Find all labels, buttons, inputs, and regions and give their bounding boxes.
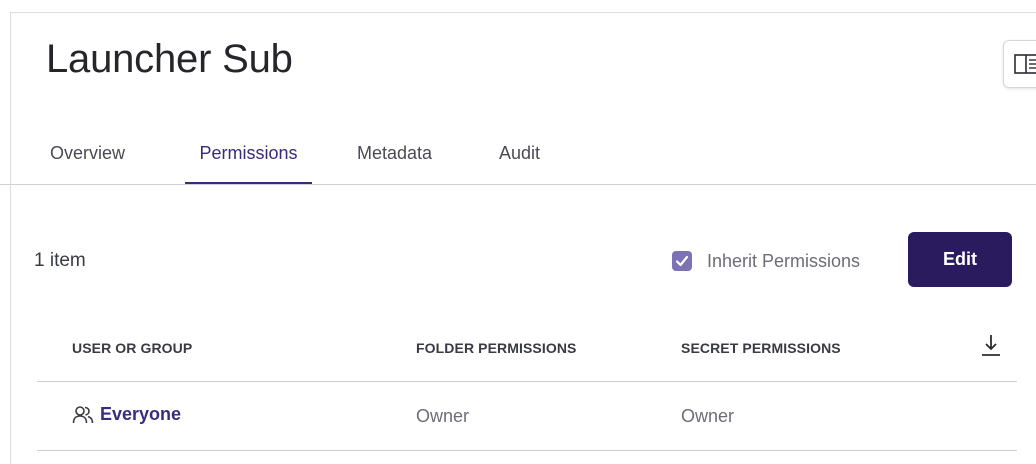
tabs-divider [0, 184, 1036, 185]
tab-overview-label: Overview [50, 143, 126, 163]
tab-bar: Overview Permissions Metadata Audit [0, 134, 1036, 185]
tab-metadata-label: Metadata [357, 143, 433, 163]
tab-overview[interactable]: Overview [50, 134, 125, 185]
tab-permissions[interactable]: Permissions [185, 134, 312, 185]
table-row-principal[interactable]: Everyone [72, 404, 181, 425]
column-header-user-or-group[interactable]: USER OR GROUP [72, 340, 192, 356]
inherit-permissions-label: Inherit Permissions [707, 250, 861, 271]
column-header-secret-permissions[interactable]: SECRET PERMISSIONS [681, 340, 841, 356]
tab-metadata[interactable]: Metadata [357, 134, 432, 185]
column-header-folder-permissions[interactable]: FOLDER PERMISSIONS [416, 340, 576, 356]
header-row-divider [37, 381, 1017, 382]
tab-audit-label: Audit [499, 143, 541, 163]
tab-permissions-label: Permissions [199, 143, 298, 163]
top-border [10, 12, 1036, 13]
side-panel-icon [1014, 54, 1036, 74]
permissions-page: Launcher Sub Overview Permissions Metada… [0, 0, 1036, 464]
tab-audit[interactable]: Audit [499, 134, 540, 185]
secret-permission-cell: Owner [681, 406, 735, 426]
left-border [10, 12, 11, 464]
row-divider [37, 450, 1017, 451]
inherit-permissions-checkbox[interactable]: Inherit Permissions [672, 248, 860, 274]
checkbox-checked-icon[interactable] [672, 251, 692, 271]
download-icon[interactable] [980, 333, 1002, 364]
group-icon [72, 405, 94, 423]
folder-permission-cell: Owner [416, 406, 470, 426]
edit-button[interactable]: Edit [908, 232, 1012, 287]
page-title: Launcher Sub [46, 37, 293, 81]
panel-toggle-button[interactable] [1003, 40, 1036, 88]
item-count: 1 item [34, 250, 86, 271]
principal-name-link[interactable]: Everyone [100, 404, 181, 425]
